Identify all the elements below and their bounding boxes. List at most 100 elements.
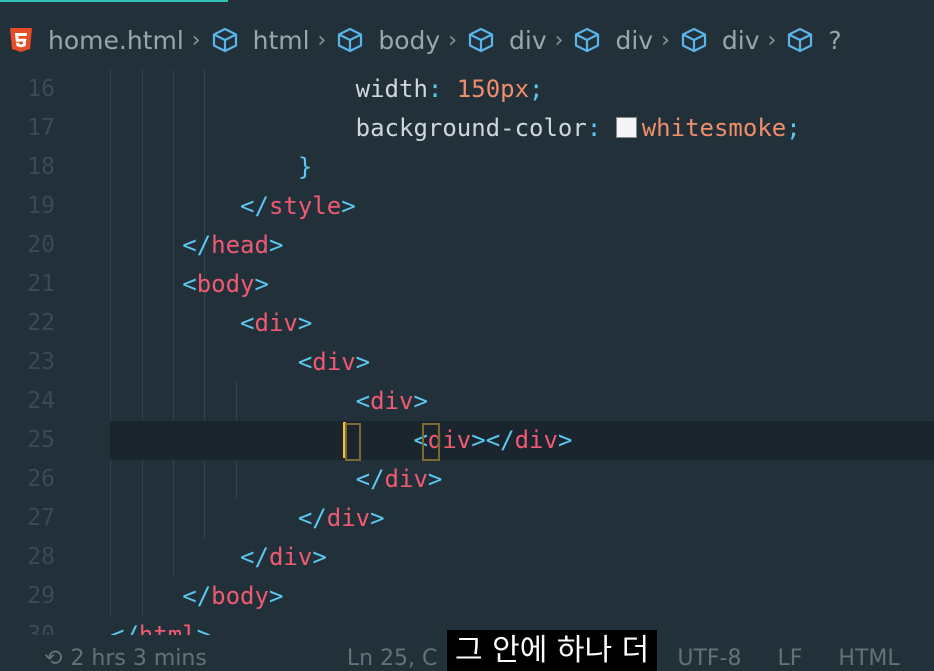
code-token: </ [355, 465, 385, 493]
line-number: 18 [27, 154, 55, 180]
code-token: body [196, 270, 255, 298]
code-token: style [268, 192, 342, 220]
code-token: </ [240, 543, 269, 571]
indent-guide [110, 70, 111, 616]
breadcrumb-item-div[interactable]: div [467, 26, 547, 55]
code-token: </ [182, 582, 212, 610]
code-token: body [211, 582, 269, 610]
code-line[interactable]: </style> [240, 187, 356, 226]
code-token: > [355, 348, 371, 376]
code-token: div [312, 348, 356, 376]
breadcrumb-item-body[interactable]: body [336, 26, 440, 55]
code-line[interactable]: </div> [240, 538, 327, 577]
code-token: </ [240, 192, 269, 220]
status-language[interactable]: HTML [838, 646, 899, 671]
code-line[interactable]: <div> [356, 382, 428, 421]
indent-guide [142, 70, 143, 616]
code-token: > [254, 270, 269, 298]
code-token: < [240, 309, 255, 337]
line-number: 28 [27, 544, 55, 570]
line-number: 29 [27, 583, 55, 609]
indent-guide [204, 70, 205, 538]
code-token: </ [485, 426, 515, 454]
chevron-right-icon: › [661, 27, 670, 53]
code-token: </ [110, 621, 139, 635]
code-token: > [370, 504, 385, 532]
active-tab-indicator [0, 0, 228, 2]
code-token: < [182, 270, 197, 298]
code-line[interactable]: </div> [356, 460, 443, 499]
breadcrumb-item-div[interactable]: div [573, 26, 653, 55]
line-number: 22 [27, 310, 55, 336]
element-cube-icon [212, 27, 237, 53]
code-token: ; [529, 75, 544, 103]
code-token: </ [297, 504, 327, 532]
code-token: > [297, 309, 313, 337]
code-line[interactable]: </div> [298, 499, 385, 538]
breadcrumb-item-unknown[interactable]: ? [786, 25, 842, 55]
line-number: 25 [27, 427, 55, 453]
code-token: div [514, 426, 558, 454]
code-line[interactable]: background-color: whitesmoke; [356, 109, 801, 148]
element-cube-icon [468, 27, 494, 53]
breadcrumb-item-label: html [252, 25, 310, 55]
breadcrumb-item-html[interactable]: html [211, 26, 310, 55]
color-swatch[interactable] [615, 117, 637, 138]
breadcrumb-file[interactable]: home.html [0, 26, 184, 55]
code-line[interactable]: </head> [182, 226, 283, 265]
status-encoding[interactable]: UTF-8 [677, 646, 741, 671]
breadcrumb-item-div[interactable]: div [680, 26, 760, 55]
code-line[interactable]: } [298, 148, 312, 187]
chevron-right-icon: › [317, 27, 327, 53]
breadcrumb-item-label: div [721, 25, 760, 55]
history-icon: ⟲ [44, 645, 63, 671]
code-token: div [268, 543, 313, 571]
code-line[interactable]: </html> [110, 616, 211, 635]
chevron-right-icon: › [448, 27, 458, 53]
video-subtitle: 그 안에 하나 더 [447, 630, 658, 671]
line-number: 19 [27, 193, 55, 219]
element-cube-icon [681, 27, 706, 53]
code-token: < [297, 348, 313, 376]
code-token: > [341, 192, 356, 220]
breadcrumb-file-label: home.html [48, 25, 184, 55]
code-token: div [326, 504, 371, 532]
code-token: > [196, 621, 212, 635]
chevron-right-icon: › [554, 27, 564, 53]
line-number: 26 [27, 466, 55, 492]
status-eol[interactable]: LF [778, 646, 803, 671]
line-number: 17 [27, 115, 55, 141]
code-token: > [268, 582, 284, 610]
line-number: 20 [27, 232, 55, 258]
breadcrumb-item-label: body [378, 25, 441, 55]
code-token: head [211, 231, 269, 259]
line-number: 27 [27, 505, 55, 531]
code-line[interactable]: <div> [240, 304, 312, 343]
line-number: 21 [27, 271, 55, 297]
breadcrumb: home.html › html › body › div › div › di… [0, 16, 934, 64]
code-token: > [471, 426, 486, 454]
code-token: < [355, 387, 371, 415]
line-number: 30 [27, 622, 55, 635]
code-token: > [312, 543, 327, 571]
code-line[interactable]: <body> [182, 265, 269, 304]
element-cube-icon [338, 27, 363, 53]
code-editor[interactable]: 16 width: 150px; 17 background-color: white… [0, 70, 934, 635]
code-token: div [254, 309, 298, 337]
code-token: : [586, 114, 616, 142]
status-time: 2 hrs 3 mins [70, 645, 207, 671]
code-line[interactable]: width: 150px; [356, 70, 544, 109]
line-number: 23 [27, 349, 55, 375]
element-cube-icon [788, 27, 813, 53]
breadcrumb-item-label: ? [828, 25, 842, 55]
code-line[interactable]: <div> [298, 343, 370, 382]
line-number: 16 [27, 76, 55, 102]
code-token: div [384, 465, 428, 493]
code-line[interactable]: </body> [182, 577, 283, 616]
code-token: whitesmoke [641, 114, 787, 142]
line-number: 24 [27, 388, 55, 414]
code-token: : [427, 75, 457, 103]
code-token: width [355, 75, 428, 103]
element-cube-icon [575, 27, 600, 53]
status-cursor-position[interactable]: Ln 25, C [347, 646, 438, 671]
